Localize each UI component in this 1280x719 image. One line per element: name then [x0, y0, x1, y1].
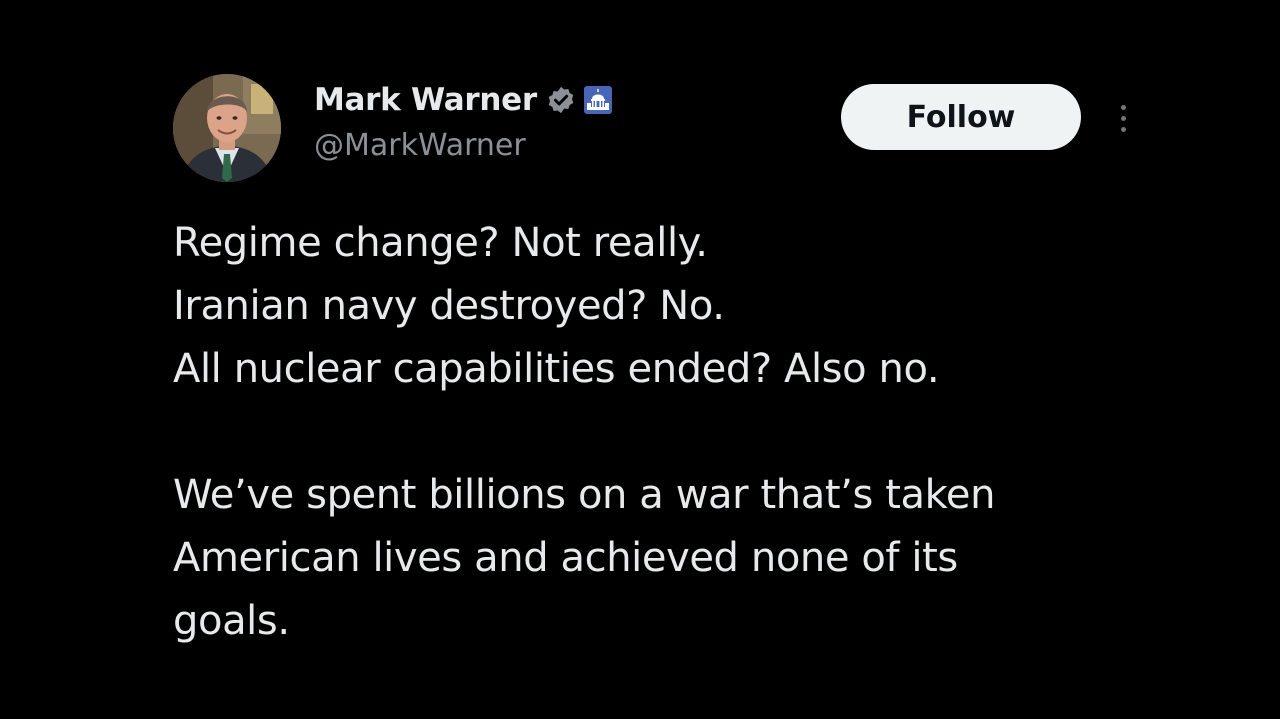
tweet-line: All nuclear capabilities ended? Also no.	[173, 346, 940, 392]
tweet-line: Regime change? Not really.	[173, 220, 708, 266]
tweet-line: American lives and achieved none of its	[173, 535, 958, 581]
tweet-line: goals.	[173, 598, 290, 644]
tweet-card: Mark Warner @MarkWarner Follow Regime ch…	[0, 0, 1280, 719]
capitol-building-icon	[583, 85, 613, 115]
follow-button[interactable]: Follow	[841, 84, 1081, 150]
paragraph-break	[173, 401, 1233, 464]
verified-badge-icon[interactable]	[546, 85, 576, 115]
user-handle[interactable]: @MarkWarner	[314, 128, 613, 163]
tweet-line: We’ve spent billions on a war that’s tak…	[173, 472, 996, 518]
avatar[interactable]	[173, 74, 281, 182]
more-options-icon[interactable]	[1108, 96, 1138, 140]
profile-photo	[173, 74, 281, 182]
tweet-line: Iranian navy destroyed? No.	[173, 283, 725, 329]
dot	[1120, 126, 1126, 132]
tweet-text: Regime change? Not really. Iranian navy …	[173, 212, 1233, 653]
dot	[1120, 115, 1126, 121]
display-name[interactable]: Mark Warner	[314, 82, 537, 118]
name-row: Mark Warner	[314, 78, 613, 122]
dot	[1120, 104, 1126, 110]
author-info: Mark Warner @MarkWarner	[314, 78, 613, 163]
